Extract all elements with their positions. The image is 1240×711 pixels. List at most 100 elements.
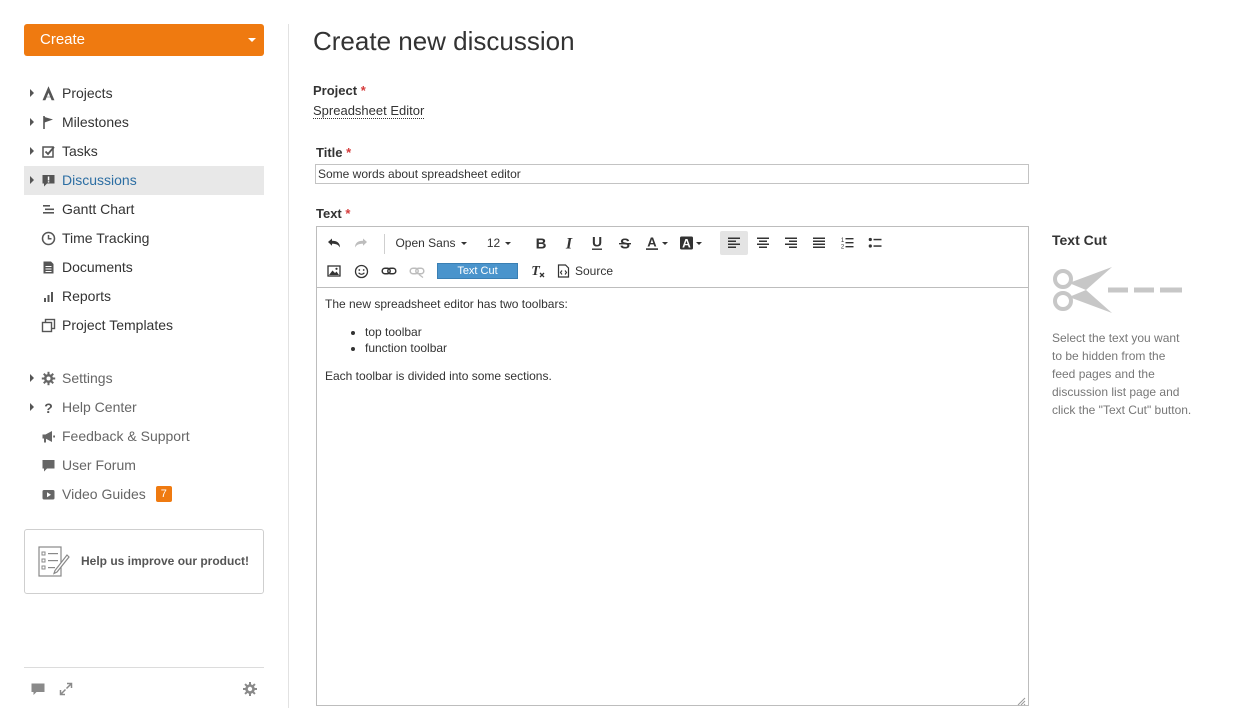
sidebar-item-user-forum[interactable]: User Forum — [24, 451, 264, 480]
discussion-icon — [41, 173, 56, 188]
bold-button[interactable]: B — [530, 231, 552, 255]
text-label: Text * — [316, 206, 350, 221]
text-label-text: Text — [316, 206, 342, 221]
sidebar-item-label: Time Tracking — [62, 230, 150, 246]
megaphone-icon — [41, 429, 56, 444]
font-family-dropdown[interactable]: Open Sans — [391, 231, 471, 255]
align-right-button[interactable] — [780, 231, 802, 255]
italic-button[interactable]: I — [558, 231, 580, 255]
sidebar-item-label: Settings — [62, 370, 113, 386]
editor-toolbar: Open Sans 12 B I U S A A — [317, 227, 1028, 288]
expand-arrow-icon[interactable] — [30, 89, 34, 97]
sidebar-item-project-templates[interactable]: Project Templates — [24, 311, 264, 340]
rich-text-editor: Open Sans 12 B I U S A A — [316, 226, 1029, 706]
strikethrough-button[interactable]: S — [614, 231, 636, 255]
gear-icon[interactable] — [242, 681, 258, 697]
sidebar-item-time-tracking[interactable]: Time Tracking — [24, 224, 264, 253]
create-button-label: Create — [40, 31, 86, 48]
expand-arrow-icon[interactable] — [30, 403, 34, 411]
create-button[interactable]: Create — [24, 24, 264, 56]
project-selector-link[interactable]: Spreadsheet Editor — [313, 103, 425, 119]
text-cut-panel-title: Text Cut — [1052, 232, 1107, 248]
flag-icon — [41, 115, 56, 130]
sidebar-item-label: User Forum — [62, 457, 136, 473]
background-color-dropdown[interactable]: A — [676, 231, 704, 255]
remove-format-button[interactable]: T — [527, 259, 549, 283]
sidebar-item-label: Gantt Chart — [62, 201, 135, 217]
required-mark: * — [346, 145, 352, 160]
help-improve-label: Help us improve our product! — [81, 554, 250, 568]
projects-icon — [41, 86, 56, 101]
emoji-button[interactable] — [350, 259, 372, 283]
chevron-down-icon — [661, 241, 668, 245]
chevron-down-icon — [505, 241, 512, 245]
sidebar-item-label: Reports — [62, 288, 112, 304]
sidebar-item-label: Feedback & Support — [62, 428, 190, 444]
title-label-text: Title — [316, 145, 343, 160]
bulleted-list-button[interactable] — [864, 231, 886, 255]
sidebar-item-label: Project Templates — [62, 317, 174, 333]
expand-arrow-icon[interactable] — [30, 147, 34, 155]
svg-text:U: U — [592, 235, 602, 250]
chevron-down-icon — [248, 38, 256, 42]
numbered-list-button[interactable]: 12 — [836, 231, 858, 255]
title-input[interactable] — [315, 164, 1029, 184]
clock-icon — [41, 231, 56, 246]
expand-arrow-icon[interactable] — [30, 176, 34, 184]
sidebar-item-settings[interactable]: Settings — [24, 364, 264, 393]
sidebar-item-milestones[interactable]: Milestones — [24, 108, 264, 137]
sidebar-item-discussions[interactable]: Discussions — [24, 166, 264, 195]
font-size-value: 12 — [486, 236, 501, 250]
templates-icon — [41, 318, 56, 333]
expand-icon[interactable] — [58, 681, 74, 697]
sidebar-item-documents[interactable]: Documents — [24, 253, 264, 282]
sidebar-item-label: Tasks — [62, 143, 98, 159]
align-justify-button[interactable] — [808, 231, 830, 255]
font-size-dropdown[interactable]: 12 — [481, 231, 517, 255]
sidebar-item-label: Documents — [62, 259, 133, 275]
unlink-button[interactable] — [406, 259, 428, 283]
chat-icon[interactable] — [30, 681, 46, 697]
sidebar-item-gantt-chart[interactable]: Gantt Chart — [24, 195, 264, 224]
chevron-down-icon — [460, 241, 467, 245]
question-icon: ? — [41, 400, 56, 415]
sidebar-item-projects[interactable]: Projects — [24, 79, 264, 108]
text-cut-button[interactable]: Text Cut — [437, 263, 518, 279]
text-color-dropdown[interactable]: A — [642, 231, 670, 255]
checkbox-icon — [41, 144, 56, 159]
sidebar-item-help-center[interactable]: ? Help Center — [24, 393, 264, 422]
help-improve-banner[interactable]: Help us improve our product! — [24, 529, 264, 594]
required-mark: * — [360, 83, 366, 98]
expand-arrow-icon[interactable] — [30, 118, 34, 126]
content-paragraph: Each toolbar is divided into some sectio… — [325, 369, 552, 383]
redo-button[interactable] — [350, 231, 372, 255]
align-left-button[interactable] — [720, 231, 748, 255]
document-icon — [41, 260, 56, 275]
sidebar-item-label-wrap: Video Guides 7 — [62, 480, 172, 509]
align-center-button[interactable] — [752, 231, 774, 255]
sidebar-item-tasks[interactable]: Tasks — [24, 137, 264, 166]
scissors-icon — [1052, 265, 1184, 317]
source-button[interactable]: Source — [557, 259, 619, 283]
required-mark: * — [345, 206, 351, 221]
sidebar-item-video-guides[interactable]: Video Guides 7 — [24, 480, 264, 509]
insert-link-button[interactable] — [378, 259, 400, 283]
chat-icon — [41, 458, 56, 473]
source-icon — [557, 264, 570, 278]
underline-button[interactable]: U — [586, 231, 608, 255]
survey-icon — [37, 545, 71, 579]
sidebar-item-reports[interactable]: Reports — [24, 282, 264, 311]
insert-image-button[interactable] — [323, 259, 345, 283]
sidebar-divider — [288, 24, 289, 708]
svg-text:A: A — [682, 237, 691, 251]
video-icon — [41, 487, 56, 502]
expand-arrow-icon[interactable] — [30, 374, 34, 382]
main-nav: Projects Milestones Tasks Discussions Ga… — [24, 79, 264, 340]
sidebar-item-label: Video Guides — [62, 486, 146, 502]
editor-content[interactable]: The new spreadsheet editor has two toolb… — [325, 296, 1020, 384]
sidebar-item-label: Projects — [62, 85, 113, 101]
list-item: top toolbar — [365, 324, 1020, 340]
sidebar-item-feedback-support[interactable]: Feedback & Support — [24, 422, 264, 451]
undo-button[interactable] — [323, 231, 345, 255]
resize-handle-icon[interactable] — [1016, 693, 1026, 706]
